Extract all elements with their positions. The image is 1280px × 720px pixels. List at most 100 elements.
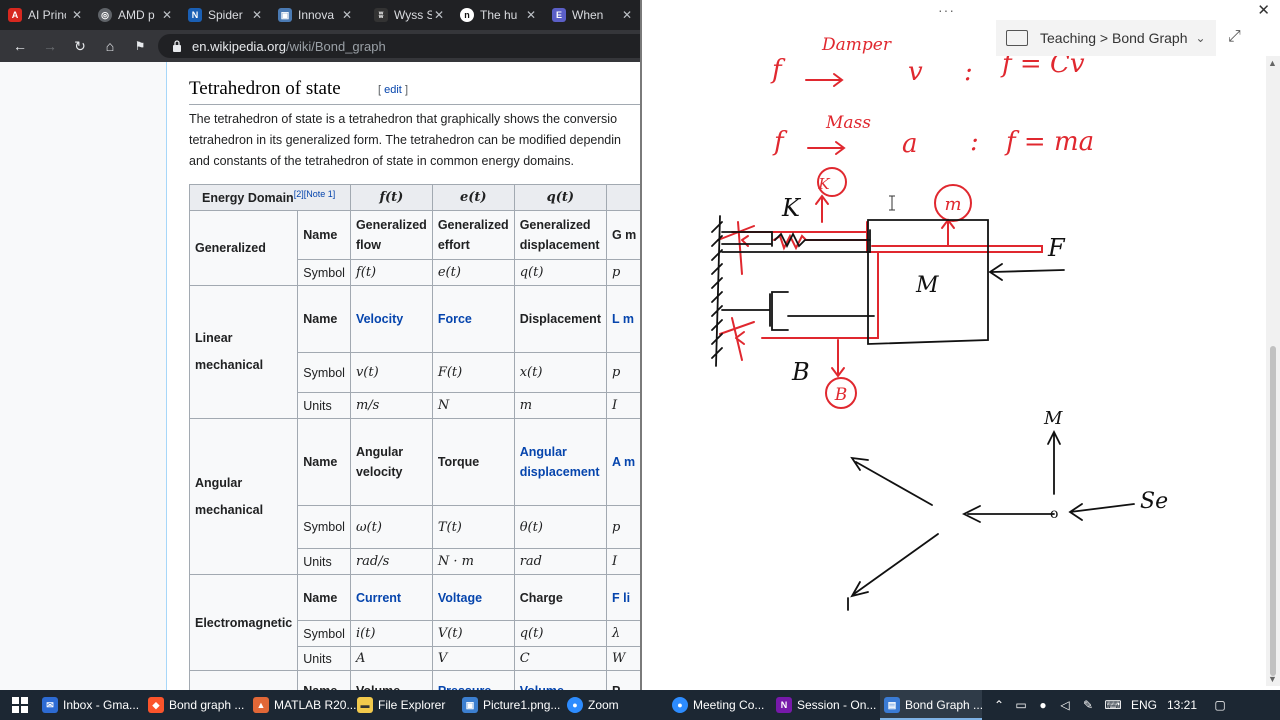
clock[interactable]: 13:21 — [1162, 698, 1202, 712]
flow-header: f(t) — [349, 184, 433, 211]
onenote-icon: N — [776, 697, 792, 713]
edit-link[interactable]: edit — [384, 84, 402, 96]
browser-tab[interactable]: A AI Princ ✕ — [0, 0, 90, 30]
tab-label: Innova — [298, 8, 335, 22]
browser-tab[interactable]: n The hu ✕ — [452, 0, 544, 30]
chevron-up-icon[interactable]: ⌃ — [988, 698, 1010, 712]
bookmark-icon[interactable]: ⚑ — [132, 38, 148, 54]
table-cell: N · m — [431, 548, 515, 575]
taskbar-app-label: Bond Graph ... — [905, 698, 984, 712]
close-icon[interactable]: ✕ — [252, 8, 262, 22]
table-link[interactable]: A m — [605, 418, 640, 506]
vertical-scrollbar[interactable]: ▲ ▼ — [1266, 56, 1280, 686]
chevron-down-icon[interactable]: ⌄ — [1196, 31, 1206, 45]
forward-icon[interactable]: → — [42, 38, 58, 54]
spring-wire — [717, 221, 868, 275]
close-icon[interactable]: ✕ — [434, 8, 444, 22]
home-icon[interactable]: ⌂ — [102, 38, 118, 54]
table-cell: G m — [605, 210, 640, 260]
ink-text: f = ma — [1004, 127, 1094, 157]
reload-icon[interactable]: ↻ — [72, 38, 88, 54]
table-link[interactable]: Voltage — [431, 574, 515, 621]
table-cell: p — [605, 505, 640, 549]
paragraph-line: tetrahedron in its generalized form. The… — [189, 133, 621, 147]
close-icon[interactable]: ✕ — [526, 8, 536, 22]
bond-down-left-arrow — [850, 533, 939, 598]
scroll-thumb[interactable] — [1270, 346, 1276, 676]
mic-icon[interactable]: ● — [1032, 698, 1054, 712]
close-icon[interactable]: ✕ — [342, 8, 352, 22]
table-cell: N — [431, 392, 515, 419]
table-link[interactable]: Current — [349, 574, 433, 621]
taskbar-app[interactable]: N Session - On... — [776, 690, 876, 720]
image-icon: ▣ — [278, 8, 292, 22]
domain-cell: Linear mechanical — [188, 285, 299, 419]
screen: A AI Princ ✕ ◎ AMD p ✕ N Spider ✕ ▣ Inno… — [0, 0, 1280, 720]
table-row: Linear mechanical Name Velocity Force Di… — [188, 285, 640, 419]
notifications-icon[interactable]: ▢ — [1202, 698, 1238, 712]
browser-tab[interactable]: ◎ AMD p ✕ — [90, 0, 180, 30]
browser-tab[interactable]: ʬ Wyss S ✕ — [360, 0, 452, 30]
browser-tab[interactable]: ▣ Innova ✕ — [270, 0, 360, 30]
domain-cell — [188, 670, 299, 690]
keyboard-icon[interactable]: ⌨ — [1100, 698, 1126, 712]
row-label: Symbol — [297, 352, 351, 393]
breadcrumb[interactable]: Teaching > Bond Graph ⌄ — [996, 20, 1216, 56]
language-indicator[interactable]: ENG — [1126, 698, 1162, 712]
row-label: Symbol — [297, 505, 351, 549]
pen-icon[interactable]: ✎ — [1076, 698, 1100, 712]
volume-icon[interactable]: ◁ — [1054, 698, 1076, 712]
start-button[interactable] — [12, 690, 28, 720]
taskbar-app-label: Zoom — [588, 698, 619, 712]
table-link[interactable]: F li — [605, 574, 640, 621]
taskbar-app-label: Meeting Co... — [693, 698, 765, 712]
taskbar-app[interactable]: ● Zoom — [567, 690, 667, 720]
close-icon[interactable]: ✕ — [72, 8, 82, 22]
onenote-window: ··· ✕ f Damper v: f = Cv f Mass a: f =… — [640, 0, 1280, 690]
section-heading: Tetrahedron of state — [189, 78, 341, 99]
ink-text: m — [944, 194, 961, 215]
domain-cell: Angular mechanical — [188, 418, 299, 575]
n-letter-icon: N — [188, 8, 202, 22]
taskbar-app[interactable]: ◆ Bond graph ... — [148, 690, 248, 720]
table-link[interactable]: Force — [431, 285, 515, 353]
spring-zigzag — [773, 233, 868, 251]
table-link[interactable]: Velocity — [349, 285, 433, 353]
taskbar-app[interactable]: ● Meeting Co... — [672, 690, 772, 720]
taskbar-app[interactable]: ✉ Inbox - Gma... — [42, 690, 142, 720]
scroll-up-icon[interactable]: ▲ — [1268, 58, 1277, 68]
ink-text: M — [915, 273, 939, 298]
row-label: Name — [297, 418, 351, 506]
spring-bracket — [721, 231, 773, 247]
close-icon[interactable]: ✕ — [622, 8, 632, 22]
taskbar-app-label: Inbox - Gma... — [63, 698, 140, 712]
taskbar-app[interactable]: ▬ File Explorer — [357, 690, 457, 720]
browser-tab[interactable]: N Spider ✕ — [180, 0, 270, 30]
edit-bracket: [ — [378, 84, 382, 96]
expand-icon[interactable]: ⤢ — [1228, 28, 1241, 46]
taskbar-app-active[interactable]: ▤ Bond Graph ... — [880, 690, 984, 720]
row-label: Units — [297, 646, 351, 671]
close-icon[interactable]: ✕ — [162, 8, 172, 22]
browser-tab[interactable]: E When ✕ — [544, 0, 640, 30]
table-link[interactable]: Angular displacement — [513, 418, 607, 506]
edit-section: [ edit ] — [378, 84, 408, 96]
matlab-icon: ▲ — [253, 697, 269, 713]
table-link[interactable]: Volume — [513, 670, 607, 690]
domain-cell: Electromagnetic — [188, 574, 299, 671]
taskbar-app[interactable]: ▲ MATLAB R20... — [253, 690, 356, 720]
table-link[interactable]: Pressure — [431, 670, 515, 690]
ink-text: Mass — [825, 113, 871, 133]
footnote-link[interactable]: [2][Note 1] — [294, 189, 336, 199]
address-bar[interactable]: en.wikipedia.org/wiki/Bond_graph — [158, 34, 640, 58]
back-icon[interactable]: ← — [12, 38, 28, 54]
network-icon[interactable]: ▭ — [1010, 698, 1032, 712]
k-flow-arrow — [815, 194, 829, 223]
taskbar-app[interactable]: ▣ Picture1.png... — [462, 690, 562, 720]
table-cell: Displacement — [513, 285, 607, 353]
scroll-down-icon[interactable]: ▼ — [1268, 674, 1277, 684]
table-link[interactable]: L m — [605, 285, 640, 353]
table-cell: Volume — [349, 670, 433, 690]
tab-label: Wyss S — [394, 8, 432, 22]
table-cell: p — [605, 352, 640, 393]
